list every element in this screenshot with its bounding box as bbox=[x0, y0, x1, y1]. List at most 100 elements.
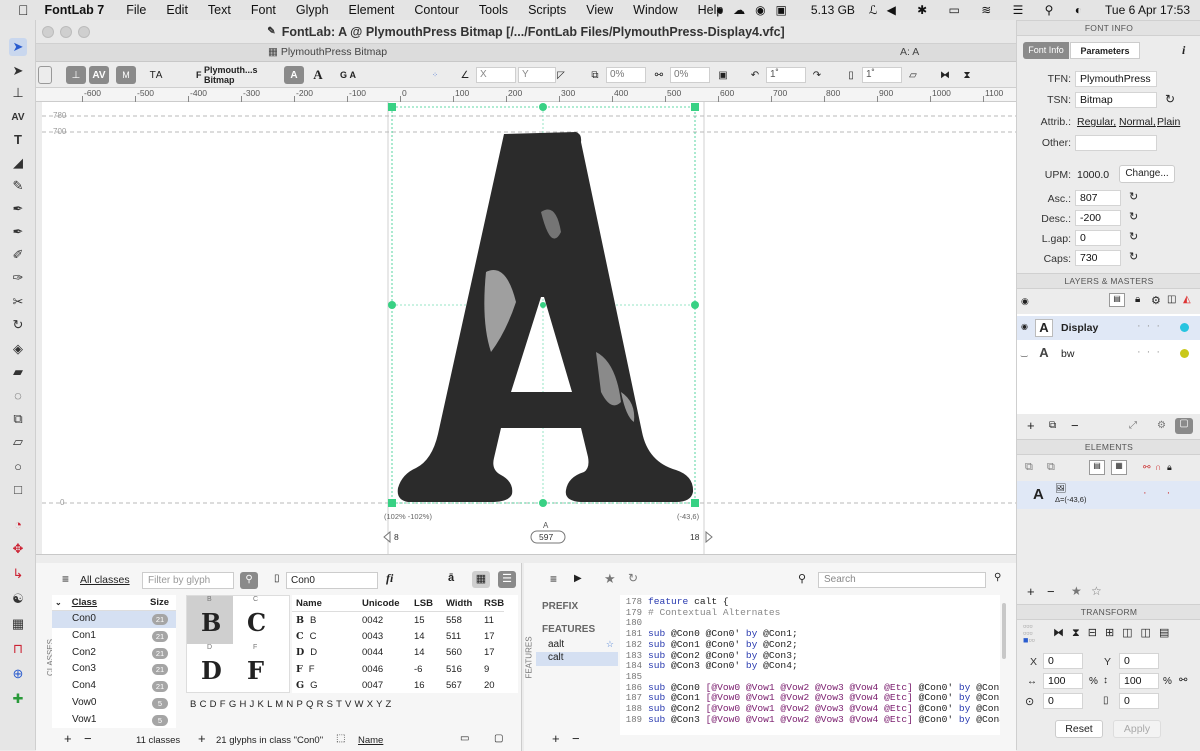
glyph-cell[interactable]: BB bbox=[187, 596, 233, 644]
apply-button[interactable]: Apply bbox=[1113, 720, 1161, 738]
star-filled-icon[interactable]: ★ bbox=[1071, 584, 1082, 598]
proportional-link-icon[interactable]: ⚯ bbox=[1179, 675, 1187, 686]
layer-name[interactable]: Display bbox=[1061, 322, 1098, 334]
pencil-tool-icon[interactable]: ✐ bbox=[9, 246, 27, 264]
search-icon[interactable]: ⚲ bbox=[994, 572, 1001, 583]
caps-reset-icon[interactable]: ↻ bbox=[1129, 250, 1138, 263]
expand-icon[interactable]: ⤢ bbox=[1129, 420, 1137, 431]
lsb-value[interactable]: 8 bbox=[394, 532, 399, 542]
glyph-preview-icon[interactable]: ā bbox=[448, 572, 454, 584]
glyph-canvas[interactable]: 780 700 0 (102% -102%) (-43,6) A 597 8 1… bbox=[36, 102, 1016, 554]
filter-by-glyph-input[interactable]: Filter by glyph bbox=[142, 572, 234, 589]
tab-font-info[interactable]: Font Info bbox=[1023, 42, 1069, 59]
grid-tool-icon[interactable]: ▦ bbox=[9, 615, 27, 633]
desc-field[interactable]: -200 bbox=[1075, 210, 1121, 226]
rotate-field[interactable]: 1˚ bbox=[766, 67, 806, 83]
link-percent-field[interactable]: 0% bbox=[670, 67, 710, 83]
transform-height-field[interactable]: 100 bbox=[1119, 673, 1159, 689]
menu-text[interactable]: Text bbox=[208, 3, 231, 17]
advance-width-value[interactable]: 597 bbox=[539, 532, 553, 542]
color-flag-icon[interactable]: ◭ bbox=[1183, 294, 1191, 305]
layer-name[interactable]: bw bbox=[1061, 348, 1074, 360]
features-search-input[interactable]: Search bbox=[818, 572, 986, 588]
tab-plymouthpress[interactable]: ▦ PlymouthPress Bitmap bbox=[268, 46, 387, 58]
ellipse-tool-icon[interactable]: ○ bbox=[9, 457, 27, 475]
brush-tool-icon[interactable]: ✎ bbox=[9, 177, 27, 195]
info-icon[interactable]: i bbox=[1182, 43, 1185, 58]
col-size-header[interactable]: Size bbox=[150, 597, 169, 608]
close-window-button[interactable] bbox=[42, 26, 54, 38]
element-paste-icon[interactable]: ⧉ bbox=[1047, 461, 1055, 474]
menu-font[interactable]: Font bbox=[251, 3, 276, 17]
col-width-header[interactable]: Width bbox=[442, 595, 480, 612]
class-row[interactable]: Con2 21 bbox=[52, 645, 176, 662]
menu-file[interactable]: File bbox=[126, 3, 146, 17]
yin-yang-tool-icon[interactable]: ☯ bbox=[9, 590, 27, 608]
caps-field[interactable]: 730 bbox=[1075, 250, 1121, 266]
class-row[interactable]: Con4 21 bbox=[52, 678, 176, 695]
tray-icons[interactable]: ℒ◀ ✱ ▭ ≋ ☰ ⚲ ◐ bbox=[869, 3, 1091, 17]
class-row[interactable]: Con1 21 bbox=[52, 628, 176, 645]
clock[interactable]: Tue 6 Apr 17:53 bbox=[1105, 3, 1190, 17]
y-field[interactable]: Y bbox=[518, 67, 556, 83]
rectangle-tool-icon[interactable]: □ bbox=[9, 480, 27, 498]
tsn-field[interactable]: Bitmap bbox=[1075, 92, 1157, 108]
menu-element[interactable]: Element bbox=[349, 3, 395, 17]
class-row[interactable]: Con0 21 bbox=[52, 611, 176, 628]
features-header[interactable]: FEATURES bbox=[542, 624, 618, 635]
menu-view[interactable]: View bbox=[586, 3, 613, 17]
glyph-table-row[interactable]: C C 0043 14 511 17 bbox=[292, 628, 504, 645]
feature-code-editor[interactable]: 178 feature calt {179 # Contextual Alterna… bbox=[620, 595, 1000, 735]
remove-element-button[interactable]: − bbox=[1047, 584, 1055, 599]
add-layer-button[interactable]: + bbox=[1027, 418, 1035, 433]
tab-parameters[interactable]: Parameters bbox=[1070, 42, 1140, 59]
menu-window[interactable]: Window bbox=[633, 3, 677, 17]
attrib-regular[interactable]: Regular, bbox=[1077, 116, 1116, 128]
menu-edit[interactable]: Edit bbox=[166, 3, 188, 17]
panel-icon[interactable]: ▭ bbox=[460, 733, 469, 744]
origin-grid-icon[interactable]: ▫▫▫ ▫▫▫ ■▫▫ bbox=[1023, 622, 1035, 645]
prefix-header[interactable]: PREFIX bbox=[542, 601, 618, 612]
lock-icon[interactable]: 🔒︎ bbox=[1135, 294, 1140, 305]
link-icon[interactable]: ⚯ bbox=[652, 66, 666, 84]
element-grid-button[interactable]: ▦ bbox=[1111, 460, 1127, 475]
reset-button[interactable]: Reset bbox=[1055, 720, 1103, 738]
transform-rotate-field[interactable]: 0 bbox=[1043, 693, 1083, 709]
layer-row-display[interactable]: ◉ A Display ··· bbox=[1017, 316, 1200, 340]
expand-icon[interactable]: ▣ bbox=[716, 66, 730, 84]
scale-icon[interactable]: ⧉ bbox=[588, 66, 602, 84]
list-view-button[interactable]: ☰ bbox=[498, 571, 516, 588]
flip-horizontal-icon[interactable]: ⧓ bbox=[938, 66, 952, 84]
class-name-field[interactable]: Con0 bbox=[286, 572, 378, 589]
code-scrollbar[interactable] bbox=[1002, 603, 1006, 659]
layer-panel-icon[interactable]: ▢ bbox=[1175, 418, 1193, 434]
layer-color-dot[interactable] bbox=[1180, 349, 1189, 358]
hook-tool-icon[interactable]: ↳ bbox=[9, 565, 27, 583]
features-menu-icon[interactable]: ≡ bbox=[550, 572, 557, 586]
layer-options-icon[interactable]: ⚙ bbox=[1157, 420, 1166, 431]
asc-field[interactable]: 807 bbox=[1075, 190, 1121, 206]
lgap-reset-icon[interactable]: ↻ bbox=[1129, 230, 1138, 243]
glyph-table-row[interactable]: D D 0044 14 560 17 bbox=[292, 645, 504, 662]
col-name-header[interactable]: Name bbox=[292, 595, 358, 612]
glyph-table-row[interactable]: F F 0046 -6 516 9 bbox=[292, 661, 504, 678]
hamburger-icon[interactable]: ≡ bbox=[62, 572, 69, 586]
slant-icon[interactable]: ▯ bbox=[844, 66, 858, 84]
zoom-window-button[interactable] bbox=[78, 26, 90, 38]
transform-width-field[interactable]: 100 bbox=[1043, 673, 1083, 689]
glyph-selector[interactable]: G A bbox=[336, 66, 360, 84]
panel-layout-icon[interactable]: ▢ bbox=[494, 733, 503, 744]
transform-slant-field[interactable]: 0 bbox=[1119, 693, 1159, 709]
class-lock-icon[interactable]: ▯ bbox=[274, 573, 280, 584]
attrib-plain[interactable]: Plain bbox=[1157, 116, 1180, 128]
pointer-tool-icon[interactable]: ➤ bbox=[9, 38, 27, 56]
all-classes-tab[interactable]: All classes bbox=[80, 574, 130, 586]
slant-field[interactable]: 1˚ bbox=[862, 67, 902, 83]
element-row[interactable]: A 🖼︎ Δ=(-43,6) ·· bbox=[1017, 481, 1200, 509]
metrics-tool-icon[interactable]: ⊥ bbox=[9, 84, 27, 102]
lasso-tool-icon[interactable]: ◌ bbox=[9, 386, 27, 404]
class-row[interactable]: Vow0 5 bbox=[52, 695, 176, 712]
glyph-cell[interactable]: FF bbox=[233, 644, 279, 692]
star-empty-icon[interactable]: ☆ bbox=[1091, 584, 1102, 598]
asc-reset-icon[interactable]: ↻ bbox=[1129, 190, 1138, 203]
